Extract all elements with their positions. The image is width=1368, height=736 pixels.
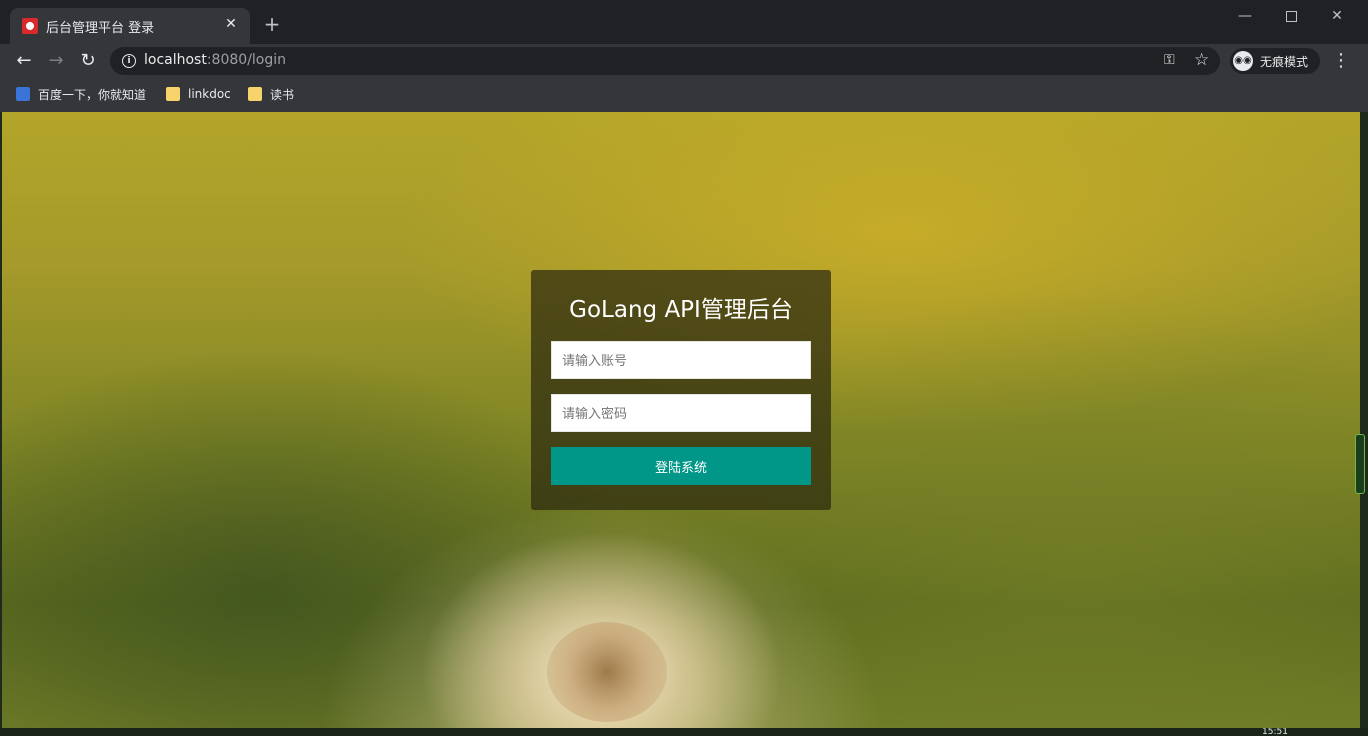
forward-arrow-icon[interactable]: → bbox=[46, 51, 66, 71]
address-bar[interactable]: i localhost:8080/login ⚿ ☆ bbox=[110, 47, 1220, 75]
login-button[interactable]: 登陆系统 bbox=[551, 447, 811, 485]
bookmark-linkdoc[interactable]: linkdoc bbox=[166, 82, 231, 106]
maximize-icon[interactable] bbox=[1268, 4, 1314, 28]
url-host: localhost bbox=[144, 52, 207, 68]
new-tab-icon[interactable]: + bbox=[262, 14, 282, 34]
password-input[interactable] bbox=[551, 394, 811, 432]
folder-icon bbox=[248, 87, 262, 101]
url-text[interactable]: localhost:8080/login bbox=[144, 52, 286, 68]
incognito-icon: ◉◉ bbox=[1233, 51, 1253, 71]
bookmark-label: linkdoc bbox=[188, 87, 231, 101]
baidu-icon bbox=[16, 87, 30, 101]
window-close-icon[interactable]: ✕ bbox=[1314, 4, 1360, 28]
browser-chrome: 后台管理平台 登录 ✕ + — ✕ ← → ↻ i localhost:8080… bbox=[0, 0, 1368, 112]
back-arrow-icon[interactable]: ← bbox=[14, 51, 34, 71]
url-path: :8080/login bbox=[206, 52, 287, 68]
incognito-label: 无痕模式 bbox=[1260, 55, 1309, 69]
minimize-icon[interactable]: — bbox=[1222, 4, 1268, 28]
close-tab-icon[interactable]: ✕ bbox=[222, 15, 240, 33]
site-favicon-icon bbox=[22, 18, 38, 34]
dandelion-background-image bbox=[547, 622, 667, 722]
bookmark-label: 读书 bbox=[270, 87, 295, 102]
tab-strip: 后台管理平台 登录 ✕ + — ✕ bbox=[0, 0, 1368, 44]
incognito-indicator[interactable]: ◉◉ 无痕模式 bbox=[1230, 48, 1320, 74]
tab-title: 后台管理平台 登录 bbox=[46, 21, 155, 36]
reload-icon[interactable]: ↻ bbox=[78, 51, 98, 71]
bookmark-dushu[interactable]: 读书 bbox=[248, 82, 294, 106]
taskbar-clock: 15:51 bbox=[1262, 728, 1288, 736]
username-input[interactable] bbox=[551, 341, 811, 379]
bookmarks-bar: 百度一下，你就知道 linkdoc 读书 bbox=[0, 82, 1368, 106]
bookmark-label: 百度一下，你就知道 bbox=[38, 87, 147, 102]
bookmark-star-icon[interactable]: ☆ bbox=[1194, 50, 1209, 70]
tab-active[interactable]: 后台管理平台 登录 ✕ bbox=[10, 8, 250, 44]
site-info-icon[interactable]: i bbox=[122, 54, 136, 68]
page-viewport: GoLang API管理后台 登陆系统 bbox=[2, 112, 1360, 728]
login-panel: GoLang API管理后台 登陆系统 bbox=[531, 270, 831, 510]
folder-icon bbox=[166, 87, 180, 101]
bookmark-baidu[interactable]: 百度一下，你就知道 bbox=[16, 82, 146, 106]
key-icon[interactable]: ⚿ bbox=[1164, 52, 1175, 68]
browser-menu-icon[interactable]: ⋮ bbox=[1332, 50, 1350, 71]
scrollbar-thumb[interactable] bbox=[1355, 434, 1365, 494]
taskbar bbox=[0, 728, 1368, 736]
login-title: GoLang API管理后台 bbox=[569, 297, 793, 323]
